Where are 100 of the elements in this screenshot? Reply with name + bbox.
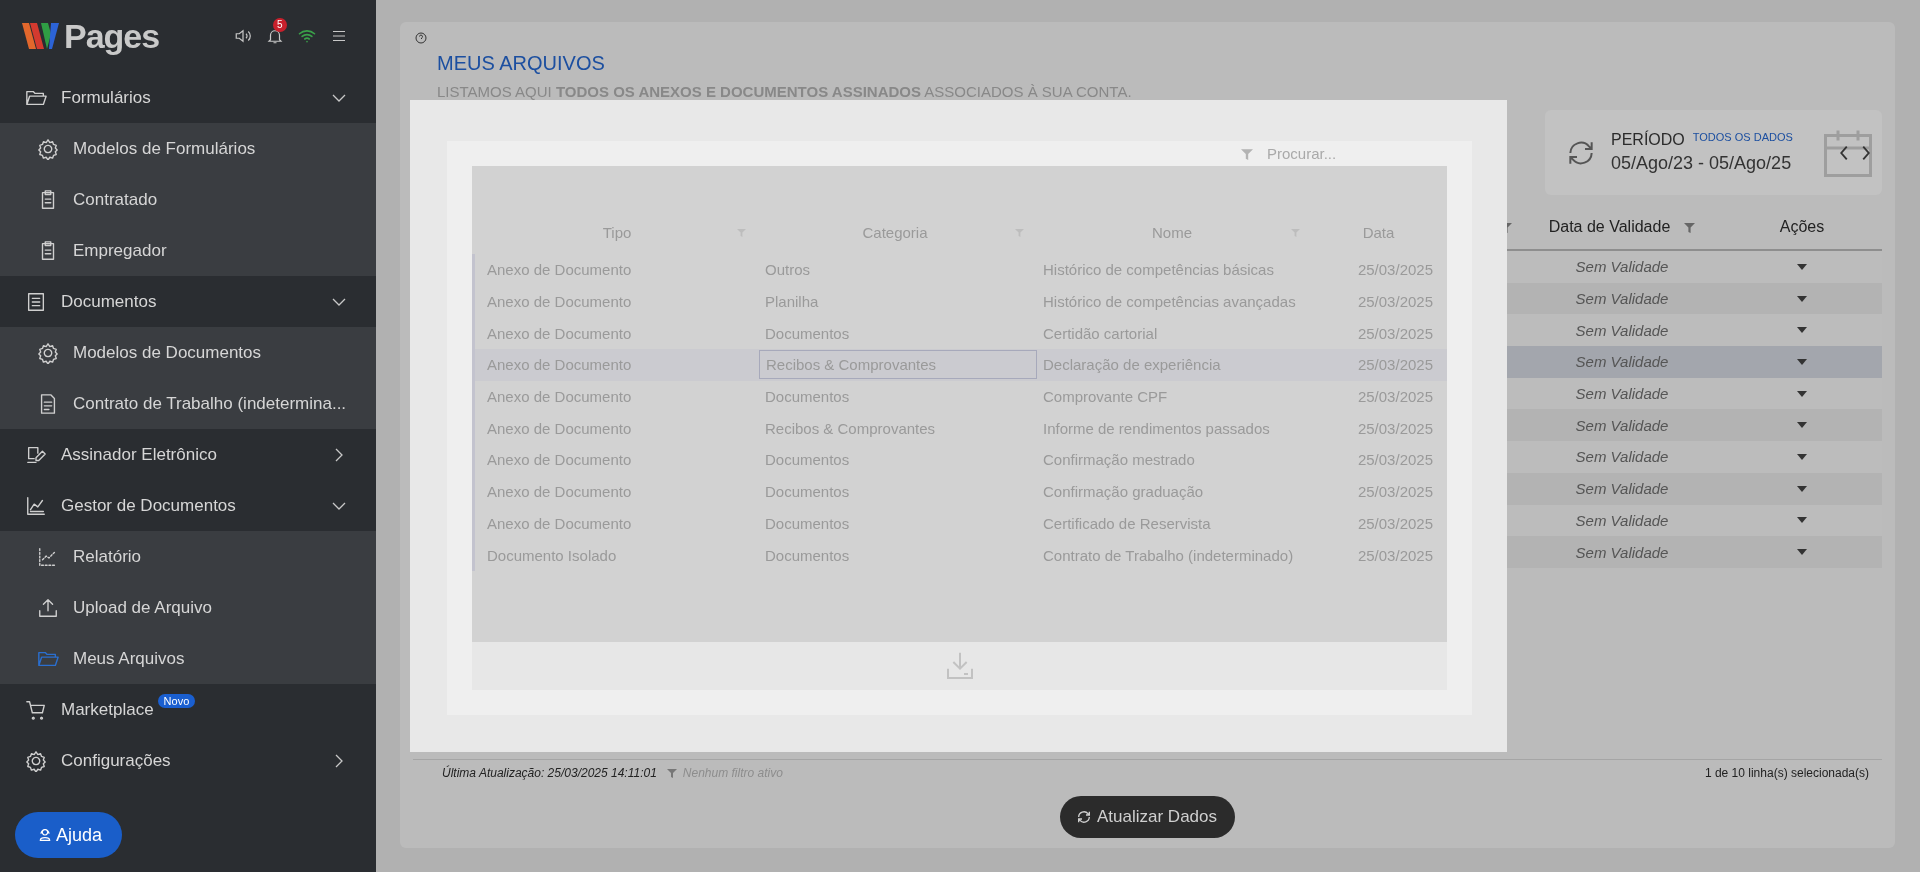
wifi-icon [298,27,316,45]
column-header: Categoria [862,223,928,241]
caret-icon[interactable] [1797,549,1807,556]
last-update-text: Última Atualização: 25/03/2025 14:11:01 [442,766,657,780]
caret-icon[interactable] [1797,485,1807,492]
nav-item[interactable]: Assinador Eletrônico [0,429,376,480]
nav-item[interactable]: Formulários [0,72,376,123]
table-cell-text: Anexo de Documento [486,292,633,313]
help-icon[interactable] [415,32,427,44]
caret-icon[interactable] [1797,327,1807,334]
nav-subitem[interactable]: Meus Arquivos [0,633,376,684]
all-data-link[interactable]: TODOS OS DADOS [1692,131,1793,143]
table-cell-text: Planilha [764,292,820,313]
caret-icon[interactable] [1797,422,1807,429]
speaker-icon[interactable] [234,27,252,45]
person-icon [37,827,53,843]
table-cell-text: Contrato de Trabalho (indeterminado) [1042,545,1295,566]
table-cell: Sem Validade [1575,511,1669,529]
column-header: Data [1362,223,1395,241]
cart-icon [25,698,47,721]
nav-subitem[interactable]: Contratado [0,174,376,225]
nav-subitem[interactable]: Modelos de Documentos [0,327,376,378]
table-cell-text: 25/03/2025 [1356,292,1434,313]
nav-item[interactable]: Marketplace Novo [0,684,376,735]
nav-subitem[interactable]: Modelos de Formulários [0,123,376,174]
table-cell-text: Anexo de Documento [486,418,633,439]
table-cell-text: Anexo de Documento [486,323,633,344]
table-cell: Sem Validade [1575,480,1669,498]
column-header[interactable]: Ações [1779,218,1825,236]
nav-subitem[interactable]: Upload de Arquivo [0,582,376,633]
table-cell-text: Documentos [764,513,851,534]
column-header: Tipo [602,223,632,241]
table-cell-text: Histórico de competências básicas [1042,260,1275,281]
table-cell-text: Histórico de competências avançadas [1042,292,1297,313]
table-cell-text: Confirmação mestrado [1042,450,1196,471]
chevron-down-icon [332,297,346,306]
table-cell-text: 25/03/2025 [1356,418,1434,439]
nav-item[interactable]: Configurações [0,735,376,786]
table-cell-text: Anexo de Documento [486,513,633,534]
nav-subitem[interactable]: Relatório [0,531,376,582]
table-cell-text: 25/03/2025 [1356,450,1434,471]
logo: Pages [22,16,160,56]
table-cell-text: 25/03/2025 [1356,323,1434,344]
table-cell-text: Confirmação graduação [1042,482,1205,503]
chevron-down-icon [332,501,346,510]
caret-icon[interactable] [1797,390,1807,397]
bell-icon[interactable] [266,27,284,45]
refresh-data-button[interactable]: Atualizar Dados [1060,796,1235,838]
caret-icon[interactable] [1797,295,1807,302]
chevron-down-icon [332,93,346,102]
table-cell-text: 25/03/2025 [1356,482,1434,503]
table-cell: Sem Validade [1575,385,1669,403]
table-cell-text: 25/03/2025 [1356,545,1434,566]
table-cell-text: Informe de rendimentos passados [1042,418,1271,439]
nav-subitem[interactable]: Empregador [0,225,376,276]
caret-icon[interactable] [1797,453,1807,460]
table-cell: Sem Validade [1575,416,1669,434]
table-cell: Sem Validade [1575,448,1669,466]
table-cell: Sem Validade [1575,543,1669,561]
table-cell-text: Certidão cartorial [1042,323,1159,344]
table-cell-text: 25/03/2025 [1356,387,1434,408]
column-header[interactable]: Data de Validade [1548,218,1671,236]
nav-item[interactable]: Documentos [0,276,376,327]
nav-subitem[interactable]: Contrato de Trabalho (indetermina... [0,378,376,429]
caret-icon[interactable] [1797,517,1807,524]
caret-icon[interactable] [1797,263,1807,270]
period-dates: 05/Ago/23 - 05/Ago/25 [1611,153,1793,174]
table-cell-text: Outros [764,260,811,281]
table-cell-text: Documentos [764,450,851,471]
table-cell-text: Recibos & Comprovantes [764,418,937,439]
filter-icon[interactable] [1684,221,1696,233]
table-cell: Sem Validade [1575,321,1669,339]
table-cell-text: 25/03/2025 [1356,260,1434,281]
table-cell-text: Comprovante CPF [1042,387,1169,408]
table-cell-text: Anexo de Documento [486,450,633,471]
help-button[interactable]: Ajuda [15,812,123,858]
table-cell-text: Documento Isolado [486,545,618,566]
table-cell-text: Anexo de Documento [486,482,633,503]
selection-count: 1 de 10 linha(s) selecionada(s) [1704,766,1869,780]
table-cell: Sem Validade [1575,353,1669,371]
table-cell-text: 25/03/2025 [1356,513,1434,534]
column-header: Nome [1152,223,1192,241]
notification-badge: 5 [273,18,287,32]
table-cell-text: Documentos [764,387,851,408]
nav-item[interactable]: Gestor de Documentos [0,480,376,531]
gear-icon [25,749,47,772]
table-cell-text: Certificado de Reservista [1042,513,1212,534]
refresh-icon [1076,809,1092,825]
list-icon [25,290,47,313]
table-cell-text: Anexo de Documento [486,387,633,408]
chart-icon [25,494,47,517]
period-label: PERÍODO [1611,131,1685,149]
caret-icon[interactable] [1797,358,1807,365]
chevron-right-icon [335,753,343,768]
new-badge: Novo [157,694,196,708]
table-cell-text: Documentos [764,323,851,344]
table-cell-text: Documentos [764,482,851,503]
table-cell-text: Documentos [764,545,851,566]
page-title: MEUS ARQUIVOS [437,52,606,75]
table-cell-text: Anexo de Documento [486,260,633,281]
